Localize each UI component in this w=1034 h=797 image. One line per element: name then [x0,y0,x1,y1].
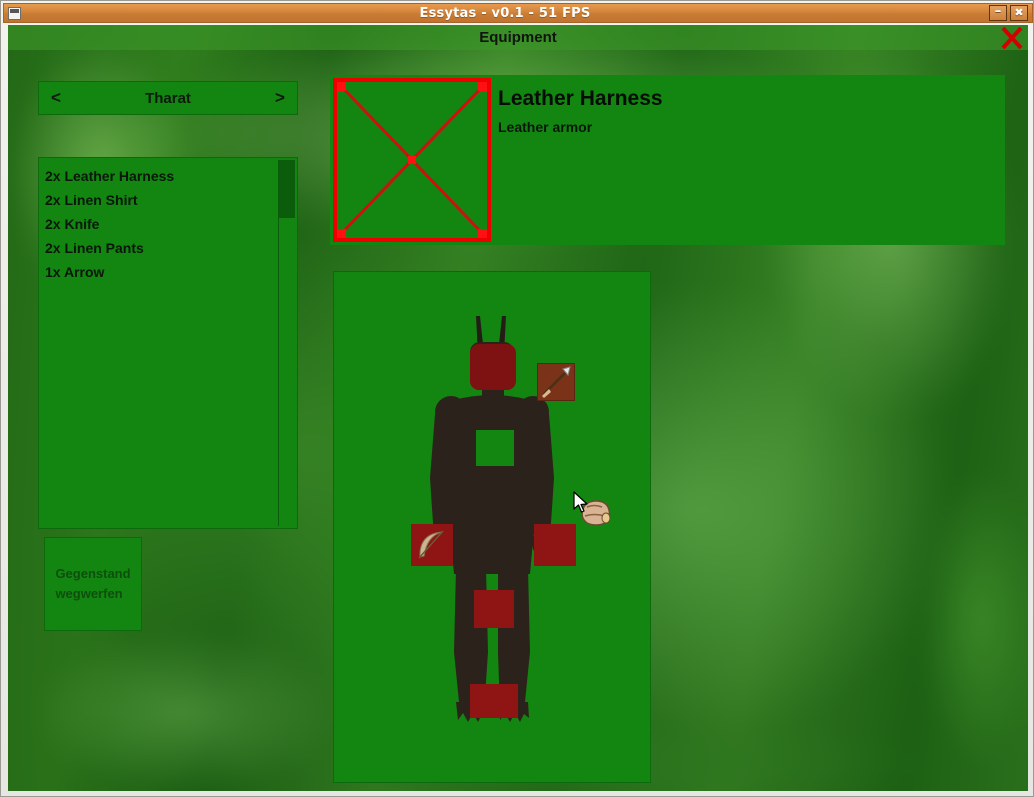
close-button[interactable]: ✖ [1010,5,1028,21]
window-frame: Essytas - v0.1 - 51 FPS – ✖ Equipment < … [0,0,1034,797]
window-title: Essytas - v0.1 - 51 FPS [419,5,591,21]
inventory-list[interactable]: 2x Leather Harness 2x Linen Shirt 2x Kni… [38,157,298,529]
item-details-panel: Leather Harness Leather armor [330,75,1005,245]
left-hand-slot[interactable] [411,524,453,566]
legs-slot[interactable] [474,590,514,628]
inventory-scrollbar[interactable] [278,160,295,526]
equipment-title: Equipment [479,29,557,46]
prev-character-button[interactable]: < [39,88,73,108]
next-character-button[interactable]: > [263,88,297,108]
screen-root: Essytas - v0.1 - 51 FPS – ✖ Equipment < … [0,0,1034,797]
right-hand-slot[interactable] [534,524,576,566]
list-item[interactable]: 2x Knife [45,212,297,236]
character-name: Tharat [145,89,191,107]
drop-item-label-line2: wegwerfen [55,586,123,601]
drop-item-button[interactable]: Gegenstand wegwerfen [44,537,142,631]
drop-item-label-line1: Gegenstand [55,566,131,581]
item-thumbnail[interactable] [333,78,491,242]
window-titlebar: Essytas - v0.1 - 51 FPS – ✖ [3,3,1033,23]
close-icon: ✖ [1014,6,1024,19]
drop-item-label: Gegenstand wegwerfen [55,564,130,604]
feet-slot[interactable] [470,684,518,718]
list-item[interactable]: 2x Linen Pants [45,236,297,260]
chest-slot[interactable] [476,430,514,466]
game-canvas[interactable]: Equipment < Tharat > 2x Leather Harness … [8,25,1028,791]
scrollbar-thumb[interactable] [279,160,295,218]
window-menu-icon[interactable] [8,6,21,20]
item-description: Leather armor [498,119,593,135]
mouse-cursor [573,491,589,515]
red-x-close-icon[interactable] [1000,25,1024,51]
equipment-header: Equipment [8,25,1028,50]
window-controls: – ✖ [989,5,1028,21]
head-slot[interactable] [470,344,516,390]
quiver-slot[interactable] [537,363,575,401]
minimize-button[interactable]: – [989,5,1007,21]
item-name: Leather Harness [498,87,663,110]
minimize-icon: – [994,4,1002,19]
list-item[interactable]: 2x Linen Shirt [45,188,297,212]
character-selector[interactable]: < Tharat > [38,81,298,115]
list-item[interactable]: 2x Leather Harness [45,164,297,188]
list-item[interactable]: 1x Arrow [45,260,297,284]
